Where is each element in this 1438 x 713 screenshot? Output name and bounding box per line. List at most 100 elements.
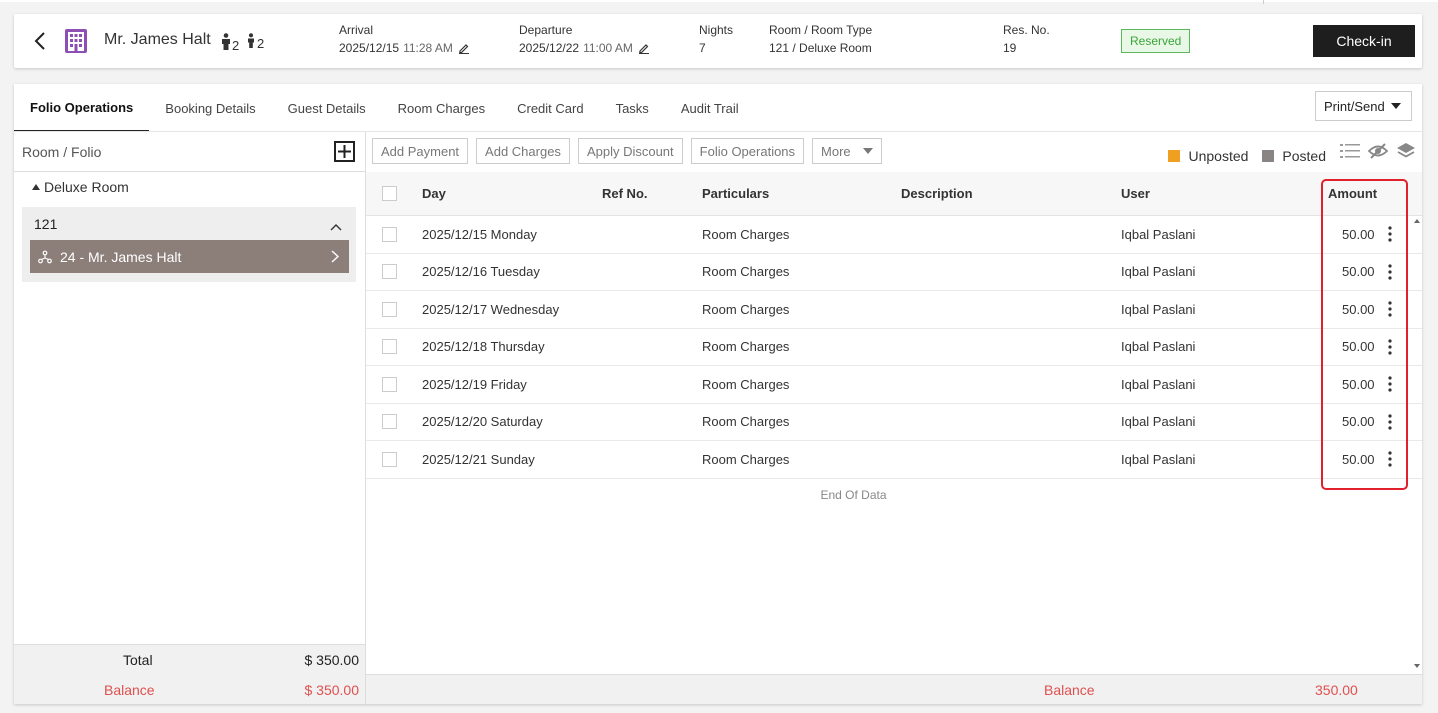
col-description[interactable]: Description: [901, 172, 973, 215]
folio-summary: Total $ 350.00 Balance $ 350.00: [14, 644, 365, 704]
cell-day: 2025/12/15 Monday: [422, 226, 537, 242]
room-folio-title: Room / Folio: [22, 143, 102, 160]
edit-arrival-button[interactable]: [458, 42, 470, 54]
more-dropdown[interactable]: More: [812, 138, 882, 164]
scroll-down-icon[interactable]: [1414, 664, 1420, 668]
col-particulars[interactable]: Particulars: [702, 172, 769, 215]
row-menu-icon[interactable]: [1388, 226, 1392, 242]
add-folio-button[interactable]: [334, 141, 355, 162]
departure-field: Departure 2025/12/22 11:00 AM: [519, 23, 650, 55]
unposted-swatch: [1168, 150, 1181, 162]
pencil-icon: [458, 44, 469, 54]
room-field: Room / Room Type 121 / Deluxe Room: [769, 23, 872, 55]
room-value: 121 / Deluxe Room: [769, 41, 872, 55]
table-body: 2025/12/15 Monday Room Charges Iqbal Pasla…: [366, 216, 1422, 479]
folio-item[interactable]: 24 - Mr. James Halt: [30, 240, 349, 273]
cell-day: 2025/12/18 Thursday: [422, 339, 545, 355]
table-row[interactable]: 2025/12/18 Thursday Room Charges Iqbal Pas…: [366, 329, 1422, 366]
nights-label: Nights: [699, 23, 734, 37]
balance-label: Balance: [104, 682, 155, 698]
departure-time: 11:00 AM: [583, 41, 633, 55]
total-label: Total: [123, 652, 153, 668]
room-number-row[interactable]: 121: [22, 207, 356, 240]
folio-operations-button[interactable]: Folio Operations: [690, 138, 805, 164]
add-payment-button[interactable]: Add Payment: [372, 138, 469, 164]
col-ref[interactable]: Ref No.: [602, 172, 648, 215]
chevron-left-icon: [34, 32, 45, 50]
room-type-toggle[interactable]: Deluxe Room: [32, 179, 365, 195]
cell-particulars: Room Charges: [702, 376, 790, 392]
row-menu-icon[interactable]: [1388, 376, 1392, 392]
layers-icon[interactable]: [1396, 142, 1416, 160]
hide-eye-icon[interactable]: [1368, 142, 1388, 160]
table-row[interactable]: 2025/12/20 Saturday Room Charges Iqbal Pas…: [366, 404, 1422, 441]
main-card: Folio Operations Booking Details Guest D…: [14, 84, 1422, 704]
pencil-icon: [638, 44, 649, 54]
apply-discount-button[interactable]: Apply Discount: [577, 138, 683, 164]
cell-particulars: Room Charges: [702, 451, 790, 467]
tab-credit-card[interactable]: Credit Card: [501, 84, 599, 132]
arrival-date: 2025/12/15: [339, 41, 400, 55]
cell-particulars: Room Charges: [702, 264, 790, 280]
cell-day: 2025/12/20 Saturday: [422, 414, 543, 430]
tab-room-charges[interactable]: Room Charges: [382, 84, 501, 132]
edit-departure-button[interactable]: [638, 42, 650, 54]
print-send-label: Print/Send: [1324, 98, 1385, 114]
col-day[interactable]: Day: [422, 172, 446, 215]
cell-particulars: Room Charges: [702, 226, 790, 242]
col-user[interactable]: User: [1121, 172, 1150, 215]
table-row[interactable]: 2025/12/17 Wednesday Room Charges Iqbal Pa…: [366, 291, 1422, 329]
legend: Unposted Posted: [1154, 148, 1326, 164]
table-row[interactable]: 2025/12/21 Sunday Room Charges Iqbal Pasla…: [366, 441, 1422, 479]
legend-posted: Posted: [1262, 148, 1326, 164]
table-row[interactable]: 2025/12/19 Friday Room Charges Iqbal Pasla…: [366, 366, 1422, 404]
row-checkbox[interactable]: [382, 414, 397, 430]
nights-field: Nights 7: [699, 23, 733, 55]
cell-day: 2025/12/17 Wednesday: [422, 301, 560, 317]
arrival-field: Arrival 2025/12/15 11:28 AM: [339, 23, 470, 55]
row-checkbox[interactable]: [382, 264, 397, 280]
tab-booking-details[interactable]: Booking Details: [149, 84, 271, 132]
cell-user: Iqbal Paslani: [1121, 301, 1196, 317]
tab-audit-trail[interactable]: Audit Trail: [665, 84, 755, 132]
tab-folio-operations[interactable]: Folio Operations: [14, 84, 150, 132]
caret-down-icon: [862, 148, 873, 154]
more-label: More: [821, 143, 851, 159]
cell-user: Iqbal Paslani: [1121, 376, 1196, 392]
status-badge: Reserved: [1121, 29, 1191, 53]
row-menu-icon[interactable]: [1388, 414, 1392, 430]
folio-label: 24 - Mr. James Halt: [60, 248, 182, 265]
tab-guest-details[interactable]: Guest Details: [272, 84, 382, 132]
row-menu-icon[interactable]: [1388, 301, 1392, 317]
top-edge: [0, 0, 1438, 2]
children-value: 2: [257, 36, 265, 51]
check-in-button[interactable]: Check-in: [1313, 25, 1415, 57]
add-charges-button[interactable]: Add Charges: [476, 138, 570, 164]
print-send-dropdown[interactable]: Print/Send: [1315, 91, 1412, 121]
back-button[interactable]: [30, 29, 50, 53]
arrival-time: 11:28 AM: [403, 41, 453, 55]
row-menu-icon[interactable]: [1388, 339, 1392, 355]
tab-tasks[interactable]: Tasks: [600, 84, 665, 132]
chevron-up-icon[interactable]: [330, 218, 342, 234]
col-amount[interactable]: Amount: [1328, 172, 1377, 215]
cell-user: Iqbal Paslani: [1121, 451, 1196, 467]
table-row[interactable]: 2025/12/16 Tuesday Room Charges Iqbal Pasl…: [366, 254, 1422, 291]
select-all-checkbox[interactable]: [382, 186, 397, 201]
row-checkbox[interactable]: [382, 451, 397, 467]
row-checkbox[interactable]: [382, 226, 397, 242]
row-checkbox[interactable]: [382, 339, 397, 355]
row-menu-icon[interactable]: [1388, 264, 1392, 280]
table-row[interactable]: 2025/12/15 Monday Room Charges Iqbal Pasla…: [366, 216, 1422, 254]
row-menu-icon[interactable]: [1388, 451, 1392, 467]
guest-name: Mr. James Halt: [104, 31, 211, 48]
cell-day: 2025/12/16 Tuesday: [422, 264, 540, 280]
resno-field: Res. No. 19: [1003, 23, 1050, 55]
row-checkbox[interactable]: [382, 376, 397, 392]
scroll-up-icon[interactable]: [1414, 219, 1420, 223]
hotel-building-icon: [64, 28, 88, 54]
row-checkbox[interactable]: [382, 301, 397, 317]
total-value: $ 350.00: [304, 652, 360, 668]
list-view-icon[interactable]: [1340, 142, 1360, 160]
cell-day: 2025/12/19 Friday: [422, 376, 527, 392]
